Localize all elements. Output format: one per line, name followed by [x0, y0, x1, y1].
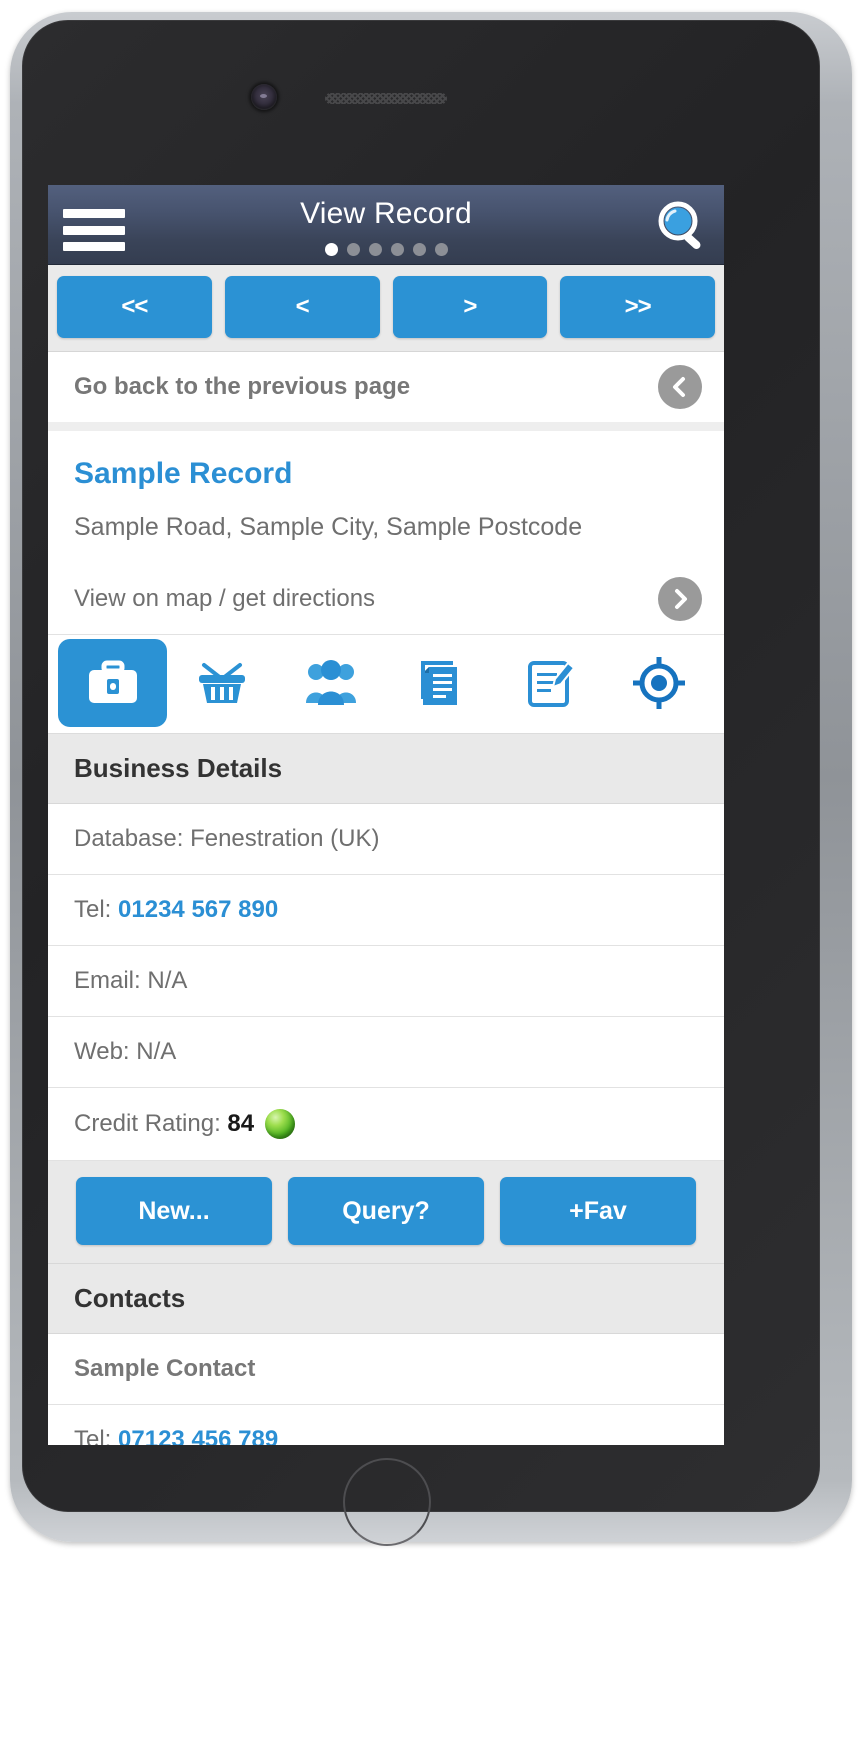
contact-name: Sample Contact — [74, 1355, 256, 1382]
detail-label: Database: — [74, 825, 184, 852]
contact-phone-link[interactable]: 07123 456 789 — [118, 1426, 278, 1445]
page-dot-5[interactable] — [412, 243, 426, 256]
detail-value: N/A — [136, 1038, 177, 1065]
detail-value: Fenestration (UK) — [190, 825, 380, 852]
detail-row-web: Web: N/A — [48, 1017, 724, 1088]
detail-row-credit-rating: Credit Rating: 84 — [48, 1088, 724, 1161]
documents-icon[interactable] — [386, 639, 495, 727]
first-page-button[interactable]: << — [57, 276, 212, 338]
earpiece-speaker — [325, 93, 447, 104]
business-details-heading: Business Details — [48, 734, 724, 804]
go-back-label: Go back to the previous page — [74, 373, 411, 400]
detail-label: Credit Rating: — [74, 1110, 221, 1137]
detail-row-database: Database: Fenestration (UK) — [48, 804, 724, 875]
record-summary: Sample Record Sample Road, Sample City, … — [48, 431, 724, 564]
app-screen: View Record << < > >> Go back to the pre… — [48, 185, 724, 1445]
last-page-button[interactable]: >> — [560, 276, 715, 338]
query-button[interactable]: Query? — [288, 1177, 484, 1245]
app-header: View Record — [48, 185, 724, 265]
record-address: Sample Road, Sample City, Sample Postcod… — [74, 513, 583, 541]
chevron-right-circle-icon[interactable] — [658, 577, 702, 621]
contacts-heading: Contacts — [48, 1264, 724, 1334]
previous-page-button[interactable]: < — [224, 276, 380, 338]
credit-rating-value: 84 — [227, 1110, 255, 1137]
add-favourite-button[interactable]: +Fav — [500, 1177, 696, 1245]
record-section-toolbar — [48, 635, 724, 734]
detail-value: N/A — [147, 967, 188, 994]
detail-row-tel[interactable]: Tel: 01234 567 890 — [48, 875, 724, 946]
view-on-map-label: View on map / get directions — [74, 585, 376, 612]
arrow-left-circle-icon[interactable] — [658, 365, 702, 409]
detail-label: Email: — [74, 967, 141, 994]
briefcase-icon[interactable] — [58, 639, 168, 727]
go-back-row[interactable]: Go back to the previous page — [48, 352, 724, 431]
contact-name-row[interactable]: Sample Contact — [48, 1334, 724, 1405]
detail-row-email: Email: N/A — [48, 946, 724, 1017]
record-title[interactable]: Sample Record — [74, 457, 698, 491]
page-dot-4[interactable] — [390, 243, 404, 256]
detail-label: Tel: — [74, 1426, 112, 1445]
front-camera-icon — [251, 84, 277, 110]
people-icon[interactable] — [277, 639, 386, 727]
page-dot-6[interactable] — [434, 243, 448, 256]
edit-note-icon[interactable] — [495, 639, 604, 727]
contact-row-tel[interactable]: Tel: 07123 456 789 — [48, 1405, 724, 1445]
next-page-button[interactable]: > — [392, 276, 548, 338]
page-dot-3[interactable] — [368, 243, 382, 256]
basket-icon[interactable] — [167, 639, 276, 727]
page-dot-2[interactable] — [346, 243, 360, 256]
business-phone-link[interactable]: 01234 567 890 — [118, 896, 278, 924]
page-title: View Record — [300, 197, 472, 230]
detail-label: Web: — [74, 1038, 130, 1065]
page-indicator-dots — [48, 243, 724, 256]
home-button[interactable] — [343, 1458, 431, 1546]
view-on-map-row[interactable]: View on map / get directions — [48, 564, 724, 635]
search-icon[interactable] — [652, 197, 714, 255]
record-actions-toolbar: New... Query? +Fav — [48, 1161, 724, 1264]
detail-label: Tel: — [74, 896, 112, 923]
target-location-icon[interactable] — [605, 639, 714, 727]
pagination-toolbar: << < > >> — [48, 265, 724, 352]
credit-rating-indicator-icon — [265, 1109, 296, 1139]
new-button[interactable]: New... — [76, 1177, 272, 1245]
page-dot-1[interactable] — [324, 243, 338, 256]
phone-mockup: View Record << < > >> Go back to the pre… — [0, 0, 862, 1754]
